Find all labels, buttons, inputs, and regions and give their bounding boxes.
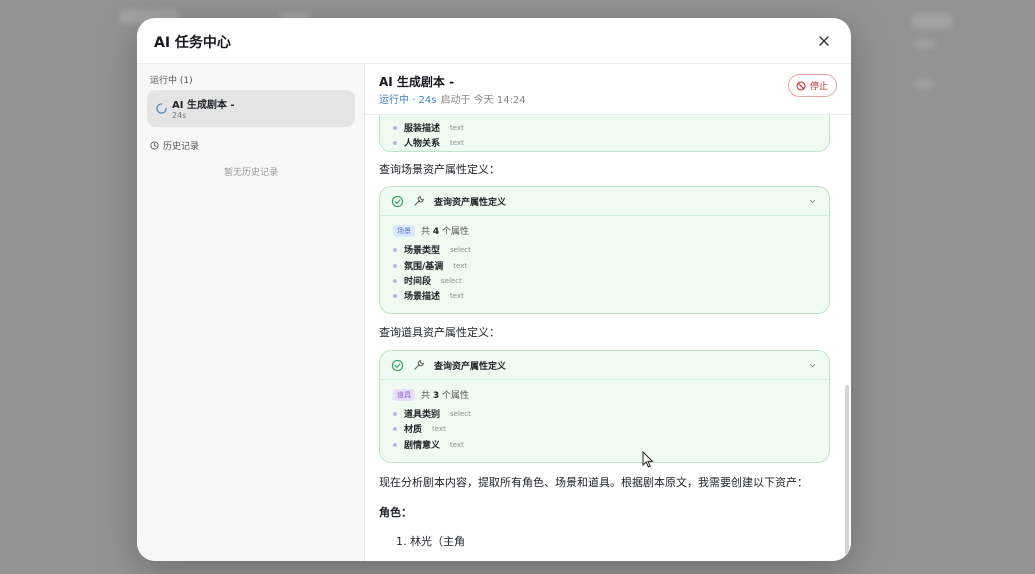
attribute-summary: 场景 共 4 个属性: [393, 224, 469, 237]
attribute-item: 场景类型 select: [393, 243, 471, 256]
close-icon[interactable]: [815, 32, 833, 50]
prop-query-heading: 查询道具资产属性定义：: [379, 326, 500, 339]
prop-tag: 道具: [393, 388, 415, 401]
tool-call-header[interactable]: 查询资产属性定义: [380, 187, 829, 216]
running-header: 运行中 (1): [150, 76, 193, 86]
task-detail-header: AI 生成剧本 - 运行中 · 24s 启动于 今天 14:24 停止: [365, 64, 851, 115]
stop-button-label: 停止: [809, 82, 828, 92]
task-status: 运行中 · 24s: [379, 95, 437, 106]
wrench-icon: [414, 360, 424, 370]
task-elapsed: 24s: [172, 111, 187, 120]
check-circle-icon: [391, 359, 404, 372]
scene-tag: 场景: [393, 224, 415, 237]
modal-title: AI 任务中心: [154, 35, 231, 51]
chevron-down-icon[interactable]: [808, 197, 817, 206]
running-task-item[interactable]: AI 生成剧本 - 24s: [147, 90, 355, 127]
scene-query-heading: 查询场景资产属性定义：: [379, 163, 500, 176]
tool-call-label: 查询资产属性定义: [434, 362, 507, 372]
task-status-line: 运行中 · 24s 启动于 今天 14:24: [379, 91, 526, 106]
attribute-item: 场景描述 text: [393, 289, 464, 302]
task-title: AI 生成剧本 -: [172, 100, 235, 111]
attribute-item: 氛围/基调 text: [393, 259, 467, 272]
task-sidebar: 运行中 (1) AI 生成剧本 - 24s 历史记录 暂无历史记录: [137, 64, 365, 561]
attribute-item: 材质 text: [393, 422, 446, 435]
modal-header: AI 任务中心: [137, 18, 851, 64]
chevron-down-icon[interactable]: [808, 361, 817, 370]
stop-icon: [796, 80, 806, 91]
tool-call-header[interactable]: 查询资产属性定义: [380, 351, 829, 380]
content-scrollbar[interactable]: [845, 385, 849, 560]
mouse-cursor-icon: [642, 451, 654, 468]
attribute-summary: 道具 共 3 个属性: [393, 388, 469, 401]
attribute-item: 时间段 select: [393, 274, 462, 287]
wrench-icon: [414, 196, 424, 206]
task-output-content[interactable]: 服装描述 text 人物关系 text 查询场景资产属性定义： 查询资产属性定义…: [365, 115, 851, 561]
empty-history-text: 暂无历史记录: [223, 168, 278, 178]
roles-heading: 角色：: [379, 506, 412, 519]
tool-call-label: 查询资产属性定义: [434, 198, 507, 208]
task-started-time: 启动于 今天 14:24: [440, 95, 526, 106]
check-circle-icon: [391, 195, 404, 208]
attribute-item: 服装描述 text: [393, 121, 464, 134]
attribute-item: 道具类别 select: [393, 407, 471, 420]
attribute-item: 人物关系 text: [393, 136, 464, 149]
task-detail-panel: AI 生成剧本 - 运行中 · 24s 启动于 今天 14:24 停止 服装描述 t…: [365, 64, 851, 561]
stop-button[interactable]: 停止: [787, 74, 837, 97]
task-detail-title: AI 生成剧本 -: [379, 75, 455, 89]
tool-result-card-partial: 服装描述 text 人物关系 text: [379, 115, 830, 152]
ai-task-center-modal: AI 任务中心 运行中 (1) AI 生成剧本 - 24s 历史记录 暂无历史记…: [137, 18, 851, 561]
role-list-item: 1. 林光（主角: [396, 535, 465, 548]
scene-attribute-card: 查询资产属性定义 场景 共 4 个属性 场景类型 select 氛围/基调 text…: [379, 186, 830, 314]
history-header: 历史记录: [150, 139, 199, 152]
clock-icon: [150, 141, 159, 150]
analysis-text: 现在分析剧本内容，提取所有角色、场景和道具。根据剧本原文，我需要创建以下资产：: [379, 476, 808, 489]
history-header-label: 历史记录: [163, 142, 200, 152]
attribute-item: 剧情意义 text: [393, 438, 464, 451]
loading-spinner-icon: [156, 103, 167, 114]
prop-attribute-card: 查询资产属性定义 道具 共 3 个属性 道具类别 select 材质 text 剧情…: [379, 350, 830, 463]
